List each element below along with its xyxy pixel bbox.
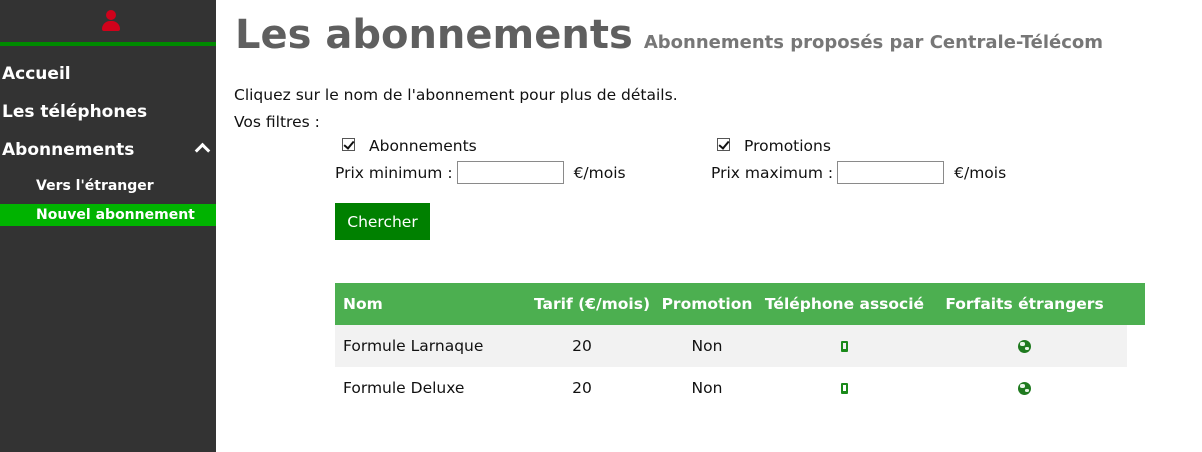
- table-cell-tarif: 20: [572, 337, 592, 355]
- globe-icon[interactable]: [1018, 340, 1031, 353]
- price-min-unit: €/mois: [573, 163, 626, 182]
- subscription-name-link[interactable]: Formule Larnaque: [335, 337, 507, 355]
- column-header-telephone: Téléphone associé: [764, 295, 925, 313]
- globe-icon[interactable]: [1018, 382, 1031, 395]
- sidebar: Accueil Les téléphones Abonnements Vers …: [0, 0, 216, 452]
- price-min-input[interactable]: [456, 161, 564, 184]
- price-max-row: Prix maximum : €/mois: [711, 161, 1006, 184]
- table-cell-promotion: Non: [691, 337, 723, 355]
- table-cell-telephone: [757, 337, 932, 355]
- checkbox-promotions[interactable]: [717, 137, 730, 151]
- search-button[interactable]: Chercher: [335, 203, 430, 240]
- nav-item-telephones[interactable]: Les téléphones: [0, 99, 216, 125]
- page-subtitle: Abonnements proposés par Centrale-Téléco…: [643, 32, 1104, 53]
- column-header-promotion: Promotion: [661, 295, 753, 313]
- phone-icon[interactable]: [841, 383, 848, 394]
- filters-label: Vos filtres :: [234, 113, 320, 131]
- phone-icon[interactable]: [841, 341, 848, 352]
- subnav-item-nouvel-abonnement[interactable]: Nouvel abonnement: [0, 204, 216, 226]
- intro-text: Cliquez sur le nom de l'abonnement pour …: [234, 86, 678, 104]
- table-cell-tarif: 20: [572, 379, 592, 397]
- table-header: Nom Tarif (€/mois) Promotion Téléphone a…: [335, 283, 1145, 325]
- table-cell-telephone: [757, 379, 932, 397]
- checkbox-promotions-label: Promotions: [744, 137, 831, 155]
- table-cell-promotion: Non: [691, 379, 723, 397]
- price-max-input[interactable]: [837, 161, 945, 184]
- user-zone: [0, 0, 216, 46]
- table-row: Formule Larnaque 20 Non: [335, 325, 1127, 367]
- nav-item-abonnements[interactable]: Abonnements: [0, 137, 216, 163]
- table-cell-forfaits: [932, 337, 1117, 355]
- price-max-label: Prix maximum :: [711, 163, 834, 182]
- column-header-nom: Nom: [343, 295, 383, 313]
- column-header-tarif: Tarif (€/mois): [533, 295, 651, 313]
- subscriptions-table: Nom Tarif (€/mois) Promotion Téléphone a…: [335, 283, 1145, 409]
- subnav-item-vers-etranger[interactable]: Vers l'étranger: [0, 175, 216, 197]
- subscription-name-link[interactable]: Formule Deluxe: [335, 379, 507, 397]
- table-cell-forfaits: [932, 379, 1117, 397]
- chevron-up-icon[interactable]: [194, 142, 211, 159]
- table-row: Formule Deluxe 20 Non: [335, 367, 1127, 409]
- checkbox-abonnements-label: Abonnements: [369, 137, 477, 155]
- column-header-forfaits: Forfaits étrangers: [945, 295, 1104, 313]
- user-icon[interactable]: [102, 10, 120, 32]
- page-title: Les abonnements Abonnements proposés par…: [235, 12, 1103, 58]
- price-min-label: Prix minimum :: [335, 163, 453, 182]
- nav-item-abonnements-label: Abonnements: [2, 140, 135, 160]
- price-max-unit: €/mois: [954, 163, 1007, 182]
- checkbox-abonnements[interactable]: [342, 137, 355, 151]
- nav-item-accueil[interactable]: Accueil: [0, 61, 216, 87]
- page-title-main: Les abonnements: [235, 12, 633, 58]
- filter-promotions[interactable]: Promotions: [717, 137, 831, 155]
- price-min-row: Prix minimum : €/mois: [335, 161, 626, 184]
- filter-abonnements[interactable]: Abonnements: [342, 137, 477, 155]
